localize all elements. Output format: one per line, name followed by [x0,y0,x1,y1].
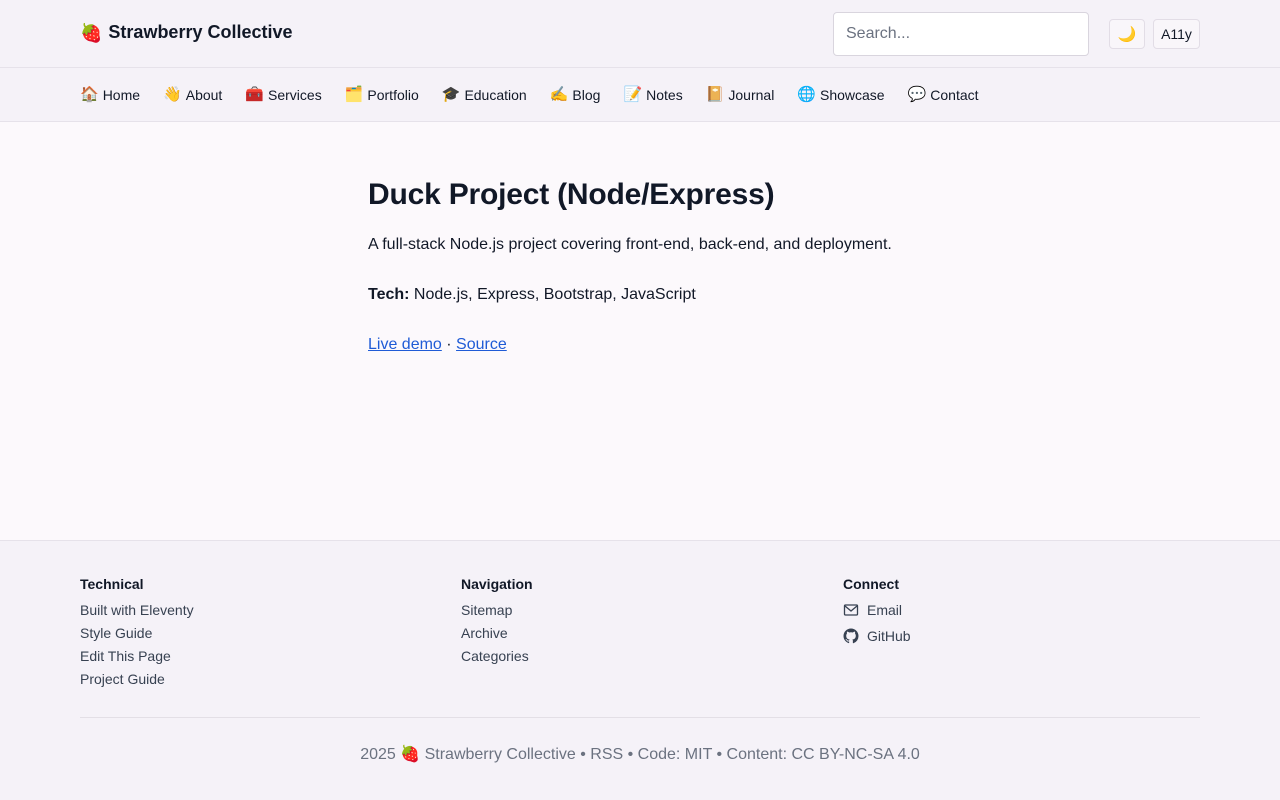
graduation-cap-icon: 🎓 [441,86,461,103]
page-title: Duck Project (Node/Express) [368,178,775,211]
tech-stack: Tech: Node.js, Express, Bootstrap, JavaS… [368,284,928,306]
copyright-year: 2025 [360,746,396,763]
nav-item-education[interactable]: 🎓 Education [442,87,527,103]
live-demo-link[interactable]: Live demo [368,336,442,353]
nav-label: Home [102,86,141,103]
project-description: A full-stack Node.js project covering fr… [368,236,892,253]
nav-label: Blog [572,86,601,103]
footer-link-archive[interactable]: Archive [461,625,533,641]
link-separator: · [441,336,457,353]
speech-bubble-icon: 💬 [907,86,927,103]
footer-link-eleventy[interactable]: Built with Eleventy [80,602,194,618]
footer-connect: Connect Email GitHub [843,576,911,654]
project-links: Live demo · Source [368,334,928,356]
copyright-text: Strawberry Collective • RSS • Code: MIT … [424,746,920,763]
footer-heading: Connect [843,576,899,592]
nav-item-about[interactable]: 👋 About [163,87,222,103]
nav-item-journal[interactable]: 📔 Journal [706,87,775,103]
github-label: GitHub [867,628,911,644]
footer-divider [80,717,1200,718]
nav-label: Showcase [820,86,885,103]
memo-icon: 📝 [623,86,643,103]
email-label: Email [867,602,903,618]
main-nav: 🏠 Home 👋 About 🧰 Services 🗂️ Portfolio 🎓… [0,68,1280,122]
footer-link-email[interactable]: Email [843,602,911,618]
footer-link-project-guide[interactable]: Project Guide [80,671,194,687]
nav-label: Portfolio [367,86,419,103]
nav-item-contact[interactable]: 💬 Contact [908,87,979,103]
accessibility-button[interactable]: A11y [1153,19,1200,49]
nav-label: Notes [646,86,683,103]
footer-navigation: Navigation Sitemap Archive Categories [461,576,533,671]
nav-item-services[interactable]: 🧰 Services [245,87,321,103]
nav-label: About [185,86,223,103]
main-content: Duck Project (Node/Express) A full-stack… [368,178,928,356]
nav-item-portfolio[interactable]: 🗂️ Portfolio [345,87,419,103]
nav-item-notes[interactable]: 📝 Notes [623,87,682,103]
nav-label: Journal [728,86,775,103]
site-brand[interactable]: 🍓 Strawberry Collective [80,22,293,43]
search-input[interactable] [833,12,1089,56]
toolbox-icon: 🧰 [245,86,265,103]
footer-technical: Technical Built with Eleventy Style Guid… [80,576,194,694]
site-footer: Technical Built with Eleventy Style Guid… [0,540,1280,800]
tech-value: Node.js, Express, Bootstrap, JavaScript [409,286,696,303]
footer-link-edit-page[interactable]: Edit This Page [80,648,194,664]
nav-label: Education [464,86,527,103]
nav-label: Services [268,86,322,103]
strawberry-icon: 🍓 [400,746,421,763]
nav-item-home[interactable]: 🏠 Home [80,87,140,103]
footer-link-style-guide[interactable]: Style Guide [80,625,194,641]
nav-label: Contact [930,86,979,103]
copyright-line: 2025 🍓 Strawberry Collective • RSS • Cod… [0,744,1280,764]
site-header: 🍓 Strawberry Collective 🌙 A11y [0,0,1280,68]
globe-icon: 🌐 [797,86,816,103]
theme-toggle-button[interactable]: 🌙 [1109,19,1145,49]
envelope-icon [843,604,859,616]
waving-hand-icon: 👋 [163,86,182,103]
footer-link-sitemap[interactable]: Sitemap [461,602,533,618]
footer-heading: Technical [80,576,144,592]
footer-link-categories[interactable]: Categories [461,648,533,664]
github-icon [843,628,859,644]
card-index-icon: 🗂️ [344,86,364,103]
strawberry-icon: 🍓 [80,22,103,43]
footer-heading: Navigation [461,576,533,592]
site-title: Strawberry Collective [108,22,293,42]
notebook-icon: 📔 [705,86,725,103]
source-link[interactable]: Source [456,336,507,353]
writing-hand-icon: ✍️ [549,86,569,103]
nav-item-showcase[interactable]: 🌐 Showcase [797,87,884,103]
tech-label: Tech: [368,286,410,303]
nav-item-blog[interactable]: ✍️ Blog [550,87,601,103]
footer-link-github[interactable]: GitHub [843,628,911,644]
house-icon: 🏠 [80,86,99,103]
moon-icon: 🌙 [1117,26,1137,43]
